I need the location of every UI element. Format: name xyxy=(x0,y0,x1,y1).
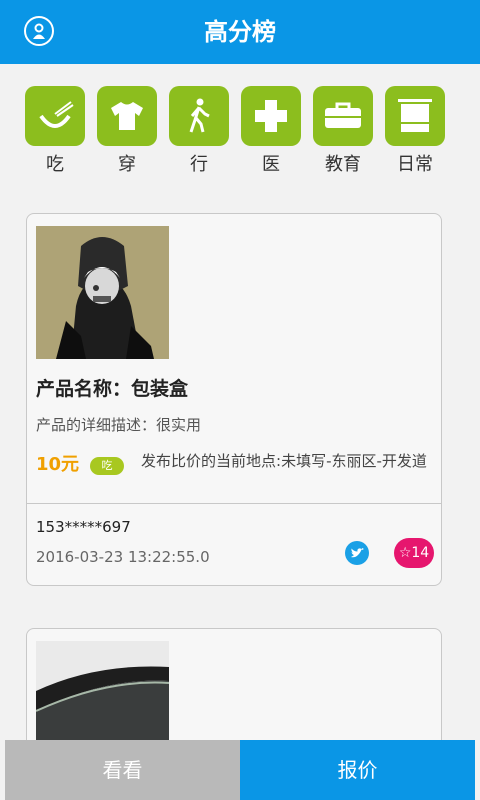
top-bar: 高分榜 xyxy=(0,0,480,64)
product-price: 10元 xyxy=(36,454,80,475)
twitter-share-icon[interactable] xyxy=(345,541,369,565)
category-wear[interactable]: 穿 xyxy=(97,86,157,176)
category-eat[interactable]: 吃 xyxy=(25,86,85,176)
page-title: 高分榜 xyxy=(204,18,276,46)
timestamp: 2016-03-23 13:22:55.0 xyxy=(36,548,210,566)
product-image xyxy=(36,641,169,749)
bowl-icon xyxy=(25,86,85,146)
category-label: 吃 xyxy=(46,154,64,175)
product-name: 产品名称：包装盒 xyxy=(36,378,189,400)
quote-button[interactable]: 报价 xyxy=(240,740,475,800)
bag-icon xyxy=(313,86,373,146)
product-image xyxy=(36,226,169,359)
walking-icon xyxy=(169,86,229,146)
category-row: 吃 穿 行 医 教育 日常 xyxy=(25,86,465,176)
category-education[interactable]: 教育 xyxy=(313,86,373,176)
listing-card[interactable] xyxy=(26,628,442,749)
category-label: 行 xyxy=(190,154,208,175)
category-daily[interactable]: 日常 xyxy=(385,86,445,176)
bottom-bar: 看看 报价 xyxy=(0,740,480,800)
divider xyxy=(27,503,441,504)
towel-icon xyxy=(385,86,445,146)
category-label: 穿 xyxy=(118,154,136,175)
category-label: 日常 xyxy=(397,154,433,175)
category-travel[interactable]: 行 xyxy=(169,86,229,176)
phone-number: 153*****697 xyxy=(36,518,131,536)
category-label: 医 xyxy=(262,154,280,175)
category-tag: 吃 xyxy=(90,457,124,475)
location-text: 发布比价的当前地点:未填写-东丽区-开发道 xyxy=(141,452,427,470)
browse-button[interactable]: 看看 xyxy=(5,740,240,800)
category-label: 教育 xyxy=(325,154,361,175)
medical-cross-icon xyxy=(241,86,301,146)
favorite-count-button[interactable]: ☆14 xyxy=(394,538,434,568)
category-medical[interactable]: 医 xyxy=(241,86,301,176)
product-description: 产品的详细描述：很实用 xyxy=(36,416,202,434)
listing-card[interactable]: 产品名称：包装盒 产品的详细描述：很实用 10元 吃 发布比价的当前地点:未填写… xyxy=(26,213,442,586)
shirt-icon xyxy=(97,86,157,146)
